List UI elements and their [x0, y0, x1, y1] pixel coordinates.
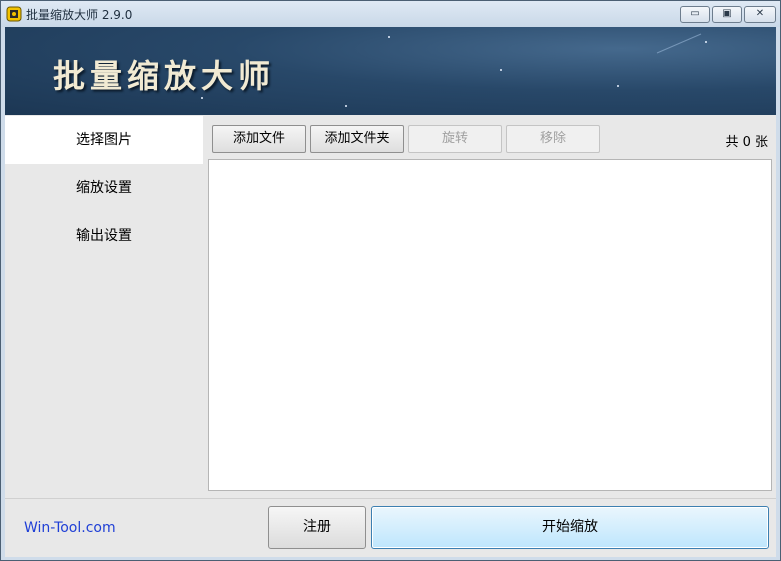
rotate-button[interactable]: 旋转: [408, 125, 502, 153]
maximize-icon: ▣: [722, 8, 732, 19]
minimize-button[interactable]: ▭: [680, 6, 710, 23]
sidebar-item-select-images[interactable]: 选择图片: [5, 116, 203, 164]
window-title: 批量缩放大师 2.9.0: [26, 8, 133, 22]
minimize-icon: ▭: [690, 8, 700, 19]
banner-star: [705, 41, 707, 43]
image-count: 共 0 张: [725, 135, 768, 150]
app-window: 批量缩放大师 2.9.0 ▭ ▣ ✕ 批量缩放大师 选择图片 缩放设置 输出设置…: [0, 0, 781, 561]
file-list[interactable]: [208, 159, 772, 491]
add-folder-button[interactable]: 添加文件夹: [310, 125, 404, 153]
remove-button[interactable]: 移除: [506, 125, 600, 153]
close-button[interactable]: ✕: [744, 6, 776, 23]
banner-star: [388, 36, 390, 38]
start-scaling-button[interactable]: 开始缩放: [371, 506, 769, 549]
shooting-star-icon: [656, 33, 702, 54]
banner-star: [617, 85, 619, 87]
sidebar-item-scale-settings[interactable]: 缩放设置: [5, 164, 203, 212]
banner-star: [500, 69, 502, 71]
sidebar-item-label: 输出设置: [76, 228, 132, 244]
banner-star: [345, 105, 347, 107]
maximize-button[interactable]: ▣: [712, 6, 742, 23]
website-link[interactable]: Win-Tool.com: [24, 520, 116, 536]
app-logo-icon: [6, 6, 22, 22]
sidebar-item-label: 选择图片: [76, 132, 132, 148]
add-file-button[interactable]: 添加文件: [212, 125, 306, 153]
sidebar-item-output-settings[interactable]: 输出设置: [5, 212, 203, 260]
title-bar[interactable]: 批量缩放大师 2.9.0 ▭ ▣ ✕: [1, 1, 780, 27]
banner-title: 批量缩放大师: [53, 57, 276, 95]
header-banner: 批量缩放大师: [5, 27, 776, 115]
sidebar-item-label: 缩放设置: [76, 180, 132, 196]
banner-star: [201, 97, 203, 99]
register-button[interactable]: 注册: [268, 506, 366, 549]
close-icon: ✕: [755, 8, 765, 19]
